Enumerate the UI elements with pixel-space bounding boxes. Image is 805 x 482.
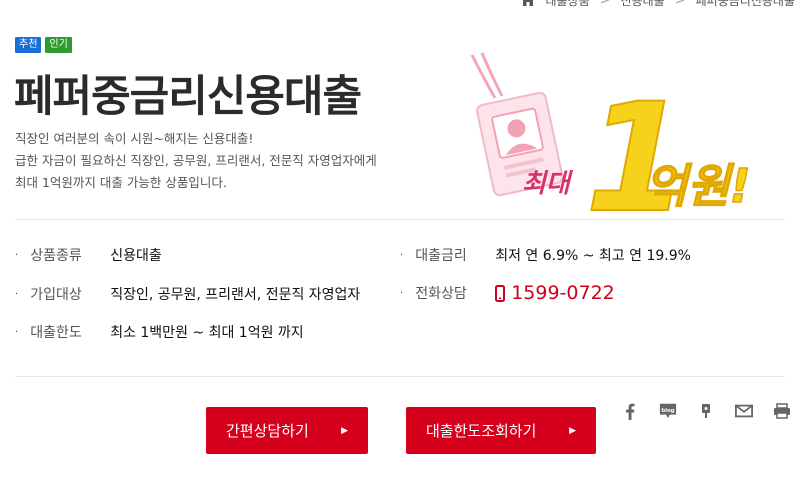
product-description: 직장인 여러분의 속이 시원~해지는 신용대출! 급한 자금이 필요하신 직장인…: [15, 128, 377, 194]
description-line-2: 급한 자금이 필요하신 직장인, 공무원, 프리랜서, 전문직 자영업자에게: [15, 153, 377, 168]
info-label: 대출한도: [30, 325, 82, 341]
svg-text:blog: blog: [661, 408, 674, 414]
info-product-type: · 상품종류 신용대출: [15, 245, 162, 265]
recommended-badge: 추천: [15, 37, 42, 53]
breadcrumb-item-loans[interactable]: 대출상품: [545, 0, 589, 9]
bullet-dot: ·: [15, 326, 19, 338]
info-value: 최소 1백만원 ~ 최대 1억원 까지: [110, 325, 304, 341]
phone-number-link[interactable]: 1599-0722: [495, 282, 615, 304]
bullet-dot: ·: [400, 287, 404, 299]
popular-badge: 인기: [45, 37, 72, 53]
bullet-dot: ·: [15, 288, 19, 300]
breadcrumb-separator: >: [674, 0, 686, 8]
divider: [15, 376, 785, 377]
description-line-3: 최대 1억원까지 대출 가능한 상품입니다.: [15, 175, 227, 190]
info-phone: · 전화상담 1599-0722: [400, 282, 615, 304]
breadcrumb: 대출상품 > 신용대출 > 페퍼중금리신용대출: [521, 0, 795, 8]
info-rate: · 대출금리 최저 연 6.9% ~ 최고 연 19.9%: [400, 245, 691, 265]
share-toolbar: blog: [621, 402, 791, 420]
mail-icon[interactable]: [735, 402, 753, 420]
phone-number: 1599-0722: [511, 282, 615, 304]
breadcrumb-separator: >: [599, 0, 611, 8]
arrow-right-icon: ▶: [569, 425, 576, 436]
info-value: 최저 연 6.9% ~ 최고 연 19.9%: [495, 248, 691, 264]
blog-icon[interactable]: blog: [659, 402, 677, 420]
breadcrumb-item-current: 페퍼중금리신용대출: [695, 0, 795, 8]
description-line-1: 직장인 여러분의 속이 시원~해지는 신용대출!: [15, 131, 254, 146]
promo-unit: 억원!: [645, 159, 751, 213]
kakao-story-icon[interactable]: [697, 402, 715, 420]
info-label: 전화상담: [415, 286, 467, 302]
divider: [15, 219, 785, 220]
print-icon[interactable]: [773, 402, 791, 420]
loan-limit-check-button[interactable]: 대출한도조회하기 ▶: [406, 407, 596, 454]
home-icon[interactable]: [521, 0, 536, 6]
arrow-right-icon: ▶: [341, 425, 348, 436]
breadcrumb-item-credit-loan[interactable]: 신용대출: [621, 0, 665, 9]
info-value: 신용대출: [110, 248, 162, 264]
info-eligibility: · 가입대상 직장인, 공무원, 프리랜서, 전문직 자영업자: [15, 284, 360, 304]
page-title: 페퍼중금리신용대출: [14, 72, 362, 122]
badge-group: 추천 인기: [15, 37, 72, 53]
promo-prefix: 최대: [522, 169, 574, 199]
info-label: 가입대상: [30, 287, 82, 303]
quick-consult-button[interactable]: 간편상담하기 ▶: [206, 407, 368, 454]
button-label: 간편상담하기: [226, 422, 309, 440]
promo-graphic: 최대 1 억원!: [470, 52, 751, 225]
facebook-icon[interactable]: [621, 402, 639, 420]
bullet-dot: ·: [400, 249, 404, 261]
info-limit: · 대출한도 최소 1백만원 ~ 최대 1억원 까지: [15, 322, 304, 342]
mobile-phone-icon: [495, 284, 506, 302]
info-value: 직장인, 공무원, 프리랜서, 전문직 자영업자: [110, 287, 361, 303]
info-label: 대출금리: [415, 248, 467, 264]
bullet-dot: ·: [15, 249, 19, 261]
button-label: 대출한도조회하기: [426, 422, 537, 440]
info-label: 상품종류: [30, 248, 82, 264]
